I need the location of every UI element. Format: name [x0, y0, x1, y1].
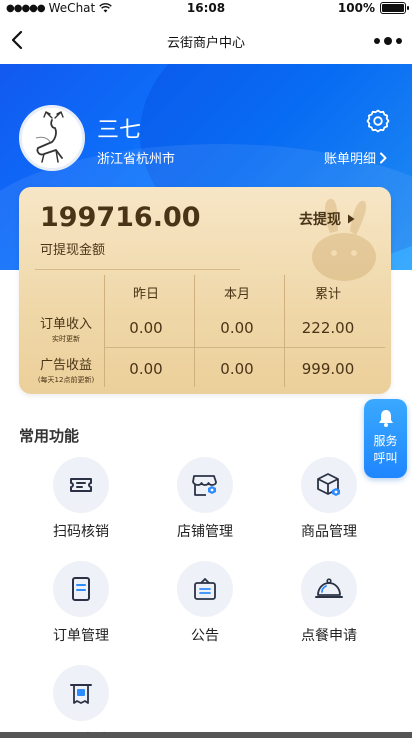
withdrawable-amount: 199716.00 — [40, 202, 201, 233]
nav-bar: 云街商户中心 — [0, 18, 412, 64]
row-label-ad-revenue: 广告收益 (每天12点前更新) — [37, 358, 95, 384]
ad-revenue-yesterday: 0.00 — [129, 360, 163, 378]
notice-board-icon — [194, 578, 216, 600]
package-icon — [317, 473, 340, 496]
order-income-yesterday: 0.00 — [129, 319, 163, 337]
page-title: 云街商户中心 — [166, 36, 245, 51]
section-title-common-functions: 常用功能 — [19, 427, 80, 445]
earnings-card: 199716.00 可提现金额 去提现 昨日 本月 累计 订单收入 实时更新 0… — [19, 187, 391, 394]
order-income-month: 0.00 — [220, 319, 254, 337]
service-call-button[interactable]: 服务 呼叫 — [364, 399, 407, 478]
status-right: 100% — [337, 1, 409, 15]
rabbit-watermark-icon — [312, 198, 376, 281]
store-icon — [192, 475, 217, 496]
avatar[interactable] — [19, 105, 85, 171]
function-scan-verify[interactable]: 扫码核销 — [26, 457, 136, 541]
column-header-month: 本月 — [223, 287, 250, 302]
dish-cloche-icon — [315, 578, 343, 598]
card-divider — [35, 269, 240, 270]
bill-details-label: 账单明细 — [323, 152, 376, 167]
battery-icon — [380, 2, 409, 14]
status-bar: ●●●●● WeChat 16:08 100% — [0, 0, 412, 18]
invoice-icon — [70, 684, 92, 704]
battery-percent: 100% — [337, 1, 375, 15]
function-label: 公告 — [191, 628, 219, 644]
function-label: 店铺管理 — [177, 524, 233, 540]
row-divider — [105, 347, 385, 348]
order-income-total: 222.00 — [301, 319, 355, 337]
function-invoice-application[interactable]: 开票申请 — [26, 665, 136, 738]
deer-logo-icon — [35, 111, 64, 163]
settings-gear-icon[interactable] — [364, 107, 392, 135]
column-header-total: 累计 — [314, 287, 341, 302]
function-store-management[interactable]: 店铺管理 — [150, 457, 260, 541]
ad-revenue-total: 999.00 — [301, 360, 355, 378]
function-label: 订单管理 — [53, 628, 109, 644]
column-header-yesterday: 昨日 — [132, 287, 159, 302]
more-menu-icon[interactable] — [374, 32, 402, 50]
user-city: 浙江省杭州市 — [97, 152, 176, 167]
triangle-right-icon — [348, 214, 355, 224]
battery-fill — [382, 4, 404, 12]
chevron-right-icon — [380, 152, 387, 163]
bell-icon — [378, 410, 393, 427]
service-label-1: 服务 — [373, 434, 398, 448]
function-order-management[interactable]: 订单管理 — [26, 561, 136, 645]
function-label: 商品管理 — [301, 524, 357, 540]
service-label-2: 呼叫 — [373, 451, 398, 465]
withdraw-label: 去提现 — [299, 212, 341, 228]
function-label: 点餐申请 — [301, 628, 357, 644]
bottom-bar — [0, 732, 412, 738]
withdraw-button[interactable]: 去提现 — [299, 209, 355, 229]
function-label: 扫码核销 — [53, 524, 109, 540]
ticket-scan-icon — [70, 478, 92, 492]
function-announcement[interactable]: 公告 — [150, 561, 260, 645]
ad-revenue-month: 0.00 — [220, 360, 254, 378]
bill-details-link[interactable]: 账单明细 — [324, 148, 388, 167]
user-name: 三七 — [97, 118, 142, 143]
function-ordering-application[interactable]: 点餐申请 — [274, 561, 384, 645]
order-list-icon — [72, 577, 90, 601]
row-label-order-income: 订单收入 实时更新 — [39, 317, 92, 343]
withdrawable-amount-label: 可提现金额 — [40, 243, 106, 258]
